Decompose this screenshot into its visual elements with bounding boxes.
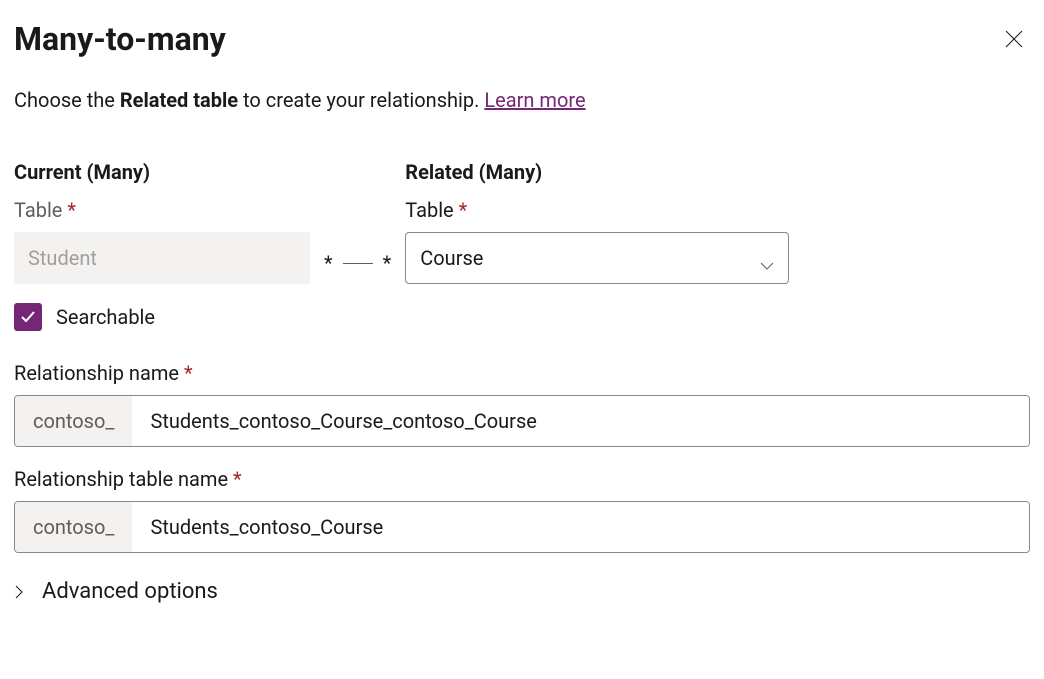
relationship-name-label: Relationship name * [14,361,1030,385]
required-asterisk: * [459,198,468,222]
searchable-label: Searchable [56,305,155,329]
advanced-options-toggle[interactable]: Advanced options [14,579,1030,604]
relationship-name-prefix: contoso_ [15,396,132,446]
close-button[interactable] [998,23,1030,55]
relationship-table-name-label: Relationship table name * [14,467,1030,491]
relationship-name-field: contoso_ [14,395,1030,447]
required-asterisk: * [233,467,242,491]
required-asterisk: * [67,198,76,222]
relationship-connector: * * [310,237,405,289]
connector-line-icon [343,263,373,264]
relationship-name-input[interactable] [132,396,1029,446]
current-table-label: Table * [14,198,310,222]
connector-left-star: * [324,251,333,275]
chevron-down-icon [760,251,774,265]
related-table-label: Table * [405,198,789,222]
intro-bold: Related table [120,88,238,112]
close-icon [1004,29,1024,49]
current-table-value: Student [14,232,310,284]
chevron-right-icon [14,582,26,602]
required-asterisk: * [184,361,193,385]
intro-prefix: Choose the [14,88,120,112]
relationship-table-name-field: contoso_ [14,501,1030,553]
current-heading: Current (Many) [14,160,310,184]
searchable-checkbox[interactable] [14,303,42,331]
advanced-options-label: Advanced options [42,579,218,604]
related-table-dropdown[interactable]: Course [405,232,789,284]
dialog-title: Many-to-many [14,20,226,58]
connector-right-star: * [383,251,392,275]
relationship-table-name-prefix: contoso_ [15,502,132,552]
learn-more-link[interactable]: Learn more [484,88,585,112]
related-heading: Related (Many) [405,160,789,184]
intro-suffix: to create your relationship. [238,88,484,112]
intro-text: Choose the Related table to create your … [14,88,1030,112]
check-icon [19,308,37,326]
related-table-value: Course [420,246,483,270]
relationship-table-name-input[interactable] [132,502,1029,552]
